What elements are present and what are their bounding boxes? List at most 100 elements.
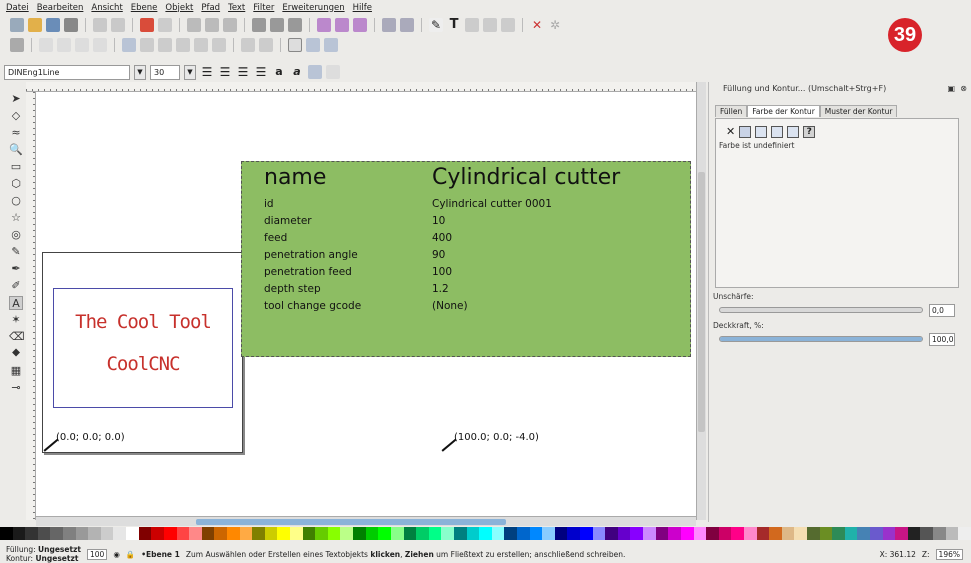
align-left-icon[interactable]: ☰ [200,65,214,79]
open-icon[interactable] [28,18,42,32]
radial-gradient-icon[interactable] [771,125,784,138]
blur-value-field[interactable]: 0,0 [929,304,955,317]
palette-swatch[interactable] [88,527,101,540]
palette-swatch[interactable] [50,527,64,540]
palette-swatch[interactable] [592,527,606,540]
chevron-down-icon[interactable]: ▼ [134,64,146,80]
snap-smooth-icon[interactable] [194,38,208,52]
palette-swatch[interactable] [37,527,51,540]
palette-swatch[interactable] [63,527,76,540]
palette-swatch[interactable] [895,527,908,540]
snap-toggle-icon[interactable] [10,38,24,52]
palette-swatch[interactable] [580,527,593,540]
copy-icon[interactable] [187,18,201,32]
palette-swatch[interactable] [403,527,417,540]
tool-properties-box[interactable]: name Cylindrical cutter id Cylindrical cu… [241,161,691,357]
palette-swatch[interactable] [870,527,883,540]
pattern-icon[interactable] [787,125,800,138]
palette-swatch[interactable] [693,527,707,540]
flat-color-icon[interactable] [739,125,752,138]
palette-swatch[interactable] [441,527,454,540]
palette-swatch[interactable] [75,527,89,540]
snap-center-icon[interactable] [241,38,255,52]
export-icon[interactable] [111,18,125,32]
fill-stroke-icon[interactable]: ✎ [429,18,443,32]
dock-close-icon[interactable]: ⊗ [960,82,967,95]
eraser-tool-icon[interactable]: ⌫ [9,330,25,344]
blur-slider[interactable] [719,307,923,313]
palette-swatch[interactable] [290,527,303,540]
palette-swatch[interactable] [529,527,543,540]
redo-icon[interactable] [158,18,172,32]
snap-paths-icon[interactable] [140,38,154,52]
import-icon[interactable] [93,18,107,32]
palette-swatch[interactable] [643,527,656,540]
font-size-select[interactable]: 30 [150,64,180,80]
drawing-canvas[interactable]: The Cool Tool CoolCNC name Cylindrical c… [36,92,696,516]
vertical-scroll-thumb[interactable] [698,172,705,432]
color-palette[interactable] [0,527,971,540]
snap-bbox-mid-icon[interactable] [93,38,107,52]
palette-swatch[interactable] [882,527,896,540]
vertical-ruler[interactable] [26,92,36,520]
palette-swatch[interactable] [25,527,38,540]
horizontal-text-icon[interactable] [308,65,322,79]
palette-swatch[interactable] [605,527,618,540]
paste-icon[interactable] [223,18,237,32]
dropper-tool-icon[interactable]: ⊸ [9,381,23,395]
palette-swatch[interactable] [378,527,391,540]
menu-item-5[interactable]: Pfad [201,3,220,13]
palette-swatch[interactable] [315,527,328,540]
palette-swatch[interactable] [630,527,644,540]
palette-swatch[interactable] [731,527,744,540]
menu-item-0[interactable]: Datei [6,3,29,13]
palette-swatch[interactable] [151,527,164,540]
zoom-field[interactable]: 196% [935,548,963,560]
layer-select[interactable]: •Ebene 1 [141,550,180,559]
palette-swatch[interactable] [416,527,429,540]
palette-swatch[interactable] [264,527,278,540]
origin-coordinate[interactable]: (0.0; 0.0; 0.0) [56,432,125,443]
palette-swatch[interactable] [706,527,719,540]
group-icon[interactable] [382,18,396,32]
spray-tool-icon[interactable]: ✶ [9,313,23,327]
lock-icon[interactable]: 🔒 [126,550,135,559]
tool-label-frame[interactable]: The Cool Tool CoolCNC [53,288,233,408]
align-center-icon[interactable]: ☰ [218,65,232,79]
palette-swatch[interactable] [163,527,177,540]
palette-swatch[interactable] [655,527,669,540]
palette-swatch[interactable] [365,527,379,540]
font-family-select[interactable]: DINEng1Line [4,64,130,80]
palette-swatch[interactable] [491,527,505,540]
palette-swatch[interactable] [390,527,404,540]
bucket-tool-icon[interactable]: ⯁ [9,347,23,361]
zoom-page-icon[interactable] [288,18,302,32]
palette-swatch[interactable] [100,527,114,540]
palette-swatch[interactable] [567,527,581,540]
snap-midpoint-icon[interactable] [212,38,226,52]
tab-0[interactable]: Füllen [715,105,748,117]
selector-tool-icon[interactable]: ➤ [9,92,23,106]
text-font-icon[interactable]: T [447,18,461,32]
spiral-tool-icon[interactable]: ◎ [9,228,23,242]
palette-swatch[interactable] [138,527,152,540]
save-icon[interactable] [46,18,60,32]
align-icon[interactable] [483,18,497,32]
vertical-scrollbar[interactable] [696,82,706,520]
italic-icon[interactable]: a [290,65,304,79]
duplicate-icon[interactable] [317,18,331,32]
palette-swatch[interactable] [327,527,341,540]
palette-swatch[interactable] [516,527,530,540]
palette-swatch[interactable] [340,527,354,540]
zoom-tool-icon[interactable]: 🔍 [9,143,23,157]
rect-tool-icon[interactable]: ▭ [9,160,23,174]
palette-swatch[interactable] [0,527,13,540]
zoom-selection-icon[interactable] [252,18,266,32]
unlink-clone-icon[interactable] [353,18,367,32]
xml-editor-icon[interactable] [465,18,479,32]
palette-swatch[interactable] [680,527,694,540]
menu-item-3[interactable]: Ebene [131,3,158,13]
vertical-text-icon[interactable] [326,65,340,79]
palette-swatch[interactable] [958,527,971,540]
palette-swatch[interactable] [743,527,757,540]
